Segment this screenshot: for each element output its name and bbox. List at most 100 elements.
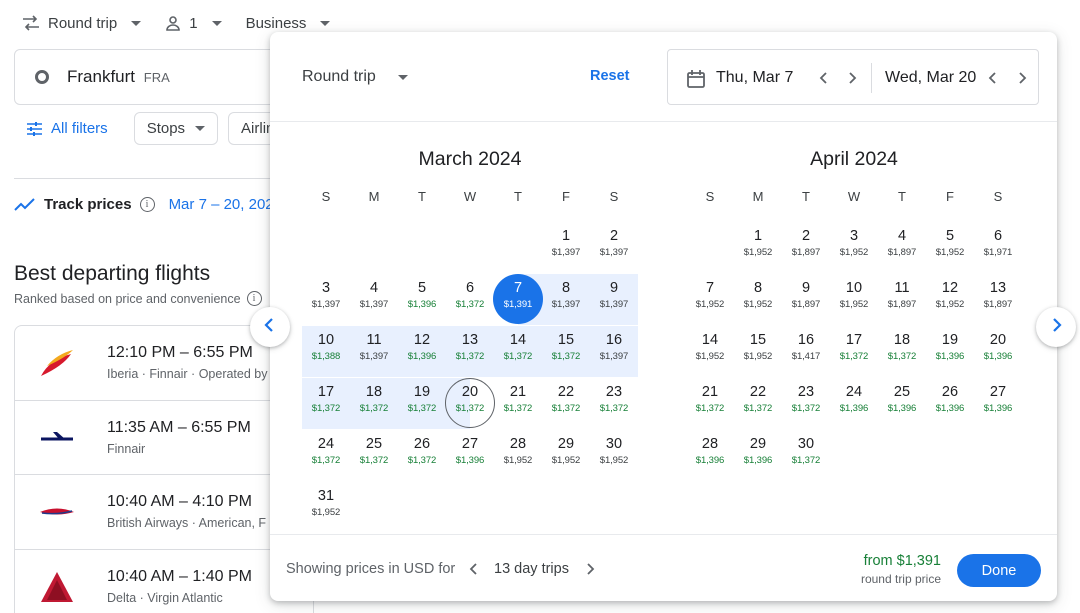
flight-row[interactable]: 10:40 AM – 1:40 PM Delta · Virgin Atlant… xyxy=(15,550,313,613)
reset-button[interactable]: Reset xyxy=(590,68,630,84)
return-date[interactable]: Wed, Mar 20 xyxy=(885,69,976,87)
flight-time: 10:40 AM – 4:10 PM xyxy=(107,493,252,510)
calendar-day[interactable]: 12 $1,396 xyxy=(398,325,446,377)
calendar-day[interactable]: 17 $1,372 xyxy=(302,377,350,429)
trip-type-dropdown[interactable]: Round trip xyxy=(22,15,142,32)
calendar-day[interactable]: 24 $1,372 xyxy=(302,429,350,481)
calendar-day[interactable]: 23 $1,372 xyxy=(782,377,830,429)
calendar-day[interactable]: 6 $1,372 xyxy=(446,273,494,325)
calendar-day[interactable]: 27 $1,396 xyxy=(446,429,494,481)
calendar-day[interactable]: 22 $1,372 xyxy=(542,377,590,429)
calendar-day[interactable]: 7 $1,952 xyxy=(686,273,734,325)
calendar-day[interactable]: 5 $1,952 xyxy=(926,221,974,273)
cabin-class-dropdown[interactable]: Business xyxy=(246,15,331,32)
calendar-day[interactable]: 28 $1,952 xyxy=(494,429,542,481)
calendar-day[interactable]: 10 $1,388 xyxy=(302,325,350,377)
flight-row[interactable]: 11:35 AM – 6:55 PM Finnair xyxy=(15,401,313,475)
calendar-day[interactable]: 13 $1,897 xyxy=(974,273,1022,325)
calendar-day[interactable]: 20 $1,372 xyxy=(445,377,495,429)
flight-list: 12:10 PM – 6:55 PM Iberia · Finnair · Op… xyxy=(14,325,314,613)
calendar-day[interactable]: 29 $1,952 xyxy=(542,429,590,481)
calendar-day[interactable]: 8 $1,397 xyxy=(542,273,590,325)
day-price: $1,897 xyxy=(791,247,821,258)
calendar-day[interactable]: 21 $1,372 xyxy=(494,377,542,429)
flight-row[interactable]: 10:40 AM – 4:10 PM British Airways · Ame… xyxy=(15,475,313,550)
day-price: $1,397 xyxy=(551,299,581,310)
calendar-day[interactable]: 23 $1,372 xyxy=(590,377,638,429)
trip-length-prev-icon[interactable] xyxy=(466,561,482,577)
calendar-day[interactable]: 10 $1,952 xyxy=(830,273,878,325)
next-month-button[interactable] xyxy=(1036,307,1076,347)
day-number: 1 xyxy=(561,228,571,244)
all-filters-button[interactable]: All filters xyxy=(26,120,108,137)
best-flights-subtitle-text: Ranked based on price and convenience xyxy=(14,291,241,306)
calendar-day[interactable]: 9 $1,897 xyxy=(782,273,830,325)
calendar-day[interactable]: 14 $1,952 xyxy=(686,325,734,377)
dropdown-arrow-icon xyxy=(397,74,408,80)
calendar-day[interactable]: 3 $1,397 xyxy=(302,273,350,325)
calendar-day[interactable]: 27 $1,396 xyxy=(974,377,1022,429)
passengers-dropdown[interactable]: 1 xyxy=(165,15,222,32)
day-price: $1,952 xyxy=(599,455,629,466)
calendar-day[interactable]: 21 $1,372 xyxy=(686,377,734,429)
origin-city: Frankfurt xyxy=(67,67,136,86)
calendar-day[interactable]: 6 $1,971 xyxy=(974,221,1022,273)
calendar-day[interactable]: 18 $1,372 xyxy=(878,325,926,377)
stops-filter-chip[interactable]: Stops xyxy=(133,112,219,145)
calendar-day[interactable]: 28 $1,396 xyxy=(686,429,734,481)
calendar-day[interactable]: 15 $1,952 xyxy=(734,325,782,377)
day-price: $1,396 xyxy=(407,351,437,362)
calendar-day[interactable]: 26 $1,372 xyxy=(398,429,446,481)
calendar-day[interactable]: 31 $1,952 xyxy=(302,481,350,533)
dialog-trip-type-dropdown[interactable]: Round trip xyxy=(302,68,408,86)
calendar-day[interactable]: 22 $1,372 xyxy=(734,377,782,429)
info-icon[interactable]: i xyxy=(139,197,155,212)
calendar-day[interactable]: 5 $1,396 xyxy=(398,273,446,325)
calendar-day[interactable]: 17 $1,372 xyxy=(830,325,878,377)
origin-circle-icon xyxy=(35,70,49,84)
calendar-day[interactable]: 19 $1,396 xyxy=(926,325,974,377)
prev-month-button[interactable] xyxy=(250,307,290,347)
day-number: 17 xyxy=(317,384,335,400)
calendar-day[interactable]: 12 $1,952 xyxy=(926,273,974,325)
info-icon[interactable]: i xyxy=(246,291,262,306)
calendar-day[interactable]: 15 $1,372 xyxy=(542,325,590,377)
calendar-day[interactable]: 18 $1,372 xyxy=(350,377,398,429)
calendar-day[interactable]: 8 $1,952 xyxy=(734,273,782,325)
calendar-day[interactable]: 24 $1,396 xyxy=(830,377,878,429)
calendar-day[interactable]: 7 $1,391 xyxy=(493,273,543,325)
calendar-day[interactable]: 2 $1,397 xyxy=(590,221,638,273)
day-price: $1,952 xyxy=(743,299,773,310)
calendar-day[interactable]: 14 $1,372 xyxy=(494,325,542,377)
day-price: $1,397 xyxy=(599,299,629,310)
calendar-day[interactable]: 30 $1,372 xyxy=(782,429,830,481)
calendar-day[interactable]: 25 $1,372 xyxy=(350,429,398,481)
trip-length-next-icon[interactable] xyxy=(582,561,598,577)
calendar-day[interactable]: 1 $1,952 xyxy=(734,221,782,273)
calendar-day[interactable]: 16 $1,397 xyxy=(590,325,638,377)
calendar-day[interactable]: 11 $1,897 xyxy=(878,273,926,325)
done-button[interactable]: Done xyxy=(957,554,1041,587)
calendar-day[interactable]: 2 $1,897 xyxy=(782,221,830,273)
departure-prev-icon[interactable] xyxy=(816,70,832,86)
departure-date[interactable]: Thu, Mar 7 xyxy=(716,69,793,87)
calendar-day[interactable]: 11 $1,397 xyxy=(350,325,398,377)
calendar-day[interactable]: 4 $1,397 xyxy=(350,273,398,325)
calendar-day[interactable]: 13 $1,372 xyxy=(446,325,494,377)
calendar-day[interactable]: 29 $1,396 xyxy=(734,429,782,481)
calendar-day[interactable]: 19 $1,372 xyxy=(398,377,446,429)
calendar-day[interactable]: 1 $1,397 xyxy=(542,221,590,273)
calendar-day[interactable]: 26 $1,396 xyxy=(926,377,974,429)
calendar-day[interactable]: 4 $1,897 xyxy=(878,221,926,273)
calendar-day[interactable]: 25 $1,396 xyxy=(878,377,926,429)
calendar-day[interactable]: 20 $1,396 xyxy=(974,325,1022,377)
return-next-icon[interactable] xyxy=(1014,70,1030,86)
calendar-day[interactable]: 16 $1,417 xyxy=(782,325,830,377)
origin-field[interactable]: Frankfurt FRA xyxy=(14,49,294,105)
departure-next-icon[interactable] xyxy=(844,70,860,86)
day-number: 6 xyxy=(993,228,1003,244)
calendar-day[interactable]: 9 $1,397 xyxy=(590,273,638,325)
calendar-day[interactable]: 3 $1,952 xyxy=(830,221,878,273)
calendar-day[interactable]: 30 $1,952 xyxy=(590,429,638,481)
return-prev-icon[interactable] xyxy=(985,70,1001,86)
